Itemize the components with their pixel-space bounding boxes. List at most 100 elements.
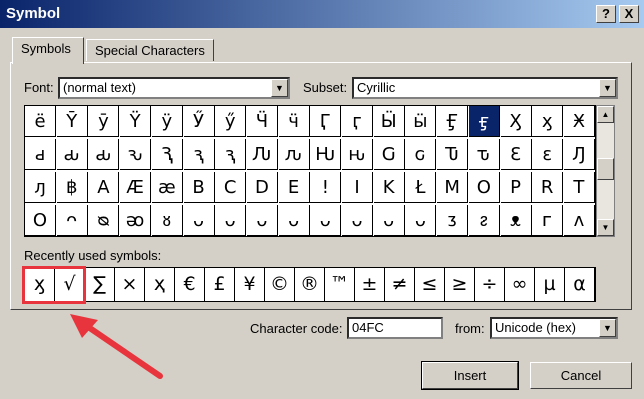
symbol-cell[interactable]: ԅ: [120, 139, 152, 170]
symbol-cell[interactable]: Æ: [120, 172, 152, 203]
symbol-cell[interactable]: B: [183, 172, 215, 203]
symbol-cell[interactable]: Ӿ: [563, 106, 595, 137]
tab-symbols[interactable]: Symbols: [12, 37, 84, 64]
symbol-cell[interactable]: Ԓ: [563, 139, 595, 170]
symbol-cell[interactable]: ԉ: [278, 139, 310, 170]
recent-symbol[interactable]: ¥: [235, 268, 265, 301]
symbol-cell[interactable]: Ӽ: [500, 106, 532, 137]
symbol-cell[interactable]: ᴗ: [310, 205, 342, 236]
scroll-up-icon[interactable]: ▲: [597, 106, 614, 123]
symbol-cell[interactable]: K: [373, 172, 405, 203]
recent-symbol[interactable]: µ: [535, 268, 565, 301]
symbol-cell[interactable]: Ԉ: [246, 139, 278, 170]
symbol-cell[interactable]: M: [437, 172, 469, 203]
recent-symbol[interactable]: ∑: [85, 268, 115, 301]
symbol-cell[interactable]: Ӷ: [310, 106, 342, 137]
symbol-cell[interactable]: I: [342, 172, 373, 203]
symbol-cell[interactable]: ԇ: [215, 139, 247, 170]
symbol-cell[interactable]: ᴗ: [215, 205, 247, 236]
symbol-cell[interactable]: Ԑ: [500, 139, 532, 170]
scroll-down-icon[interactable]: ▼: [597, 219, 614, 236]
char-code-input[interactable]: 04FC: [347, 317, 443, 339]
symbol-cell[interactable]: ӳ: [215, 106, 247, 137]
symbol-cell[interactable]: ᴦ: [532, 205, 564, 236]
close-button[interactable]: X: [619, 5, 639, 23]
recent-symbol[interactable]: €: [175, 268, 205, 301]
symbol-cell[interactable]: E: [278, 172, 310, 203]
symbol-cell[interactable]: ԁ: [25, 139, 56, 170]
symbol-cell[interactable]: ÿ: [151, 106, 183, 137]
symbol-cell[interactable]: ё: [25, 106, 56, 137]
symbol-cell[interactable]: Ӻ: [437, 106, 469, 137]
symbol-cell[interactable]: ᴧ: [563, 205, 595, 236]
symbol-cell[interactable]: ԋ: [342, 139, 373, 170]
recent-symbol[interactable]: ©: [265, 268, 295, 301]
tab-special-characters[interactable]: Special Characters: [86, 39, 214, 61]
symbol-cell[interactable]: ᴕ: [151, 205, 183, 236]
symbol-cell[interactable]: C: [215, 172, 247, 203]
recent-symbol[interactable]: £: [205, 268, 235, 301]
symbol-cell[interactable]: Ԇ: [151, 139, 183, 170]
symbol-cell[interactable]: Ł: [405, 172, 437, 203]
symbol-cell[interactable]: ԏ: [468, 139, 500, 170]
recent-symbol[interactable]: ™: [325, 268, 355, 301]
symbol-cell[interactable]: ᴤ: [468, 205, 500, 236]
symbol-cell[interactable]: ᴓ: [88, 205, 120, 236]
recent-symbol[interactable]: ÷: [475, 268, 505, 301]
cancel-button[interactable]: Cancel: [530, 362, 632, 389]
symbol-cell[interactable]: Ȳ: [56, 106, 88, 137]
symbol-cell[interactable]: Ӳ: [183, 106, 215, 137]
symbol-cell[interactable]: T: [563, 172, 595, 203]
chevron-down-icon[interactable]: ▼: [599, 319, 616, 337]
symbol-cell[interactable]: ӽ: [532, 106, 564, 137]
symbol-cell[interactable]: Ԏ: [437, 139, 469, 170]
symbol-cell[interactable]: ᴔ: [120, 205, 152, 236]
symbol-cell[interactable]: ᴗ: [373, 205, 405, 236]
symbol-cell[interactable]: ᴣ: [437, 205, 469, 236]
symbol-cell[interactable]: ᴖ: [56, 205, 88, 236]
symbol-cell[interactable]: ᴗ: [405, 205, 437, 236]
symbol-cell[interactable]: ԑ: [532, 139, 564, 170]
symbol-cell[interactable]: æ: [151, 172, 183, 203]
symbol-cell[interactable]: ԇ: [183, 139, 215, 170]
help-button[interactable]: ?: [596, 5, 616, 23]
symbol-cell[interactable]: ӹ: [405, 106, 437, 137]
symbol-cell[interactable]: ᴗ: [183, 205, 215, 236]
symbol-cell[interactable]: P: [500, 172, 532, 203]
symbol-cell[interactable]: ԓ: [25, 172, 56, 203]
symbol-cell[interactable]: Ÿ: [120, 106, 152, 137]
recent-symbol[interactable]: ×: [115, 268, 145, 301]
symbol-cell[interactable]: ԃ: [56, 139, 88, 170]
symbol-cell[interactable]: Ԍ: [373, 139, 405, 170]
recent-symbol[interactable]: ®: [295, 268, 325, 301]
symbol-cell[interactable]: ᴗ: [246, 205, 278, 236]
recent-symbol[interactable]: ∞: [505, 268, 535, 301]
symbol-cell[interactable]: O: [468, 172, 500, 203]
symbol-cell[interactable]: R: [532, 172, 564, 203]
chevron-down-icon[interactable]: ▼: [599, 79, 616, 97]
from-select[interactable]: Unicode (hex) ▼: [490, 317, 618, 339]
recent-symbol[interactable]: ≠: [385, 268, 415, 301]
symbol-cell[interactable]: !: [310, 172, 342, 203]
insert-button[interactable]: Insert: [421, 361, 519, 390]
recent-symbol[interactable]: ≥: [445, 268, 475, 301]
symbol-cell[interactable]: D: [246, 172, 278, 203]
symbol-cell[interactable]: A: [88, 172, 120, 203]
symbol-cell[interactable]: ȳ: [88, 106, 120, 137]
font-select[interactable]: (normal text) ▼: [58, 77, 290, 99]
symbol-cell[interactable]: ӷ: [342, 106, 373, 137]
symbol-cell[interactable]: ᴥ: [500, 205, 532, 236]
symbol-cell[interactable]: ӻ: [468, 106, 500, 137]
symbol-cell[interactable]: ԍ: [405, 139, 437, 170]
symbol-cell[interactable]: ᴗ: [342, 205, 373, 236]
grid-scrollbar[interactable]: ▲ ▼: [596, 105, 615, 237]
scroll-thumb[interactable]: [597, 158, 614, 180]
recent-symbol[interactable]: α: [565, 268, 595, 301]
chevron-down-icon[interactable]: ▼: [271, 79, 288, 97]
symbol-cell[interactable]: ԃ: [88, 139, 120, 170]
recent-symbol[interactable]: ±: [355, 268, 385, 301]
recent-symbol[interactable]: ҳ: [145, 268, 175, 301]
symbol-cell[interactable]: Ӹ: [373, 106, 405, 137]
symbol-cell[interactable]: O: [25, 205, 56, 236]
symbol-cell[interactable]: ᴗ: [278, 205, 310, 236]
